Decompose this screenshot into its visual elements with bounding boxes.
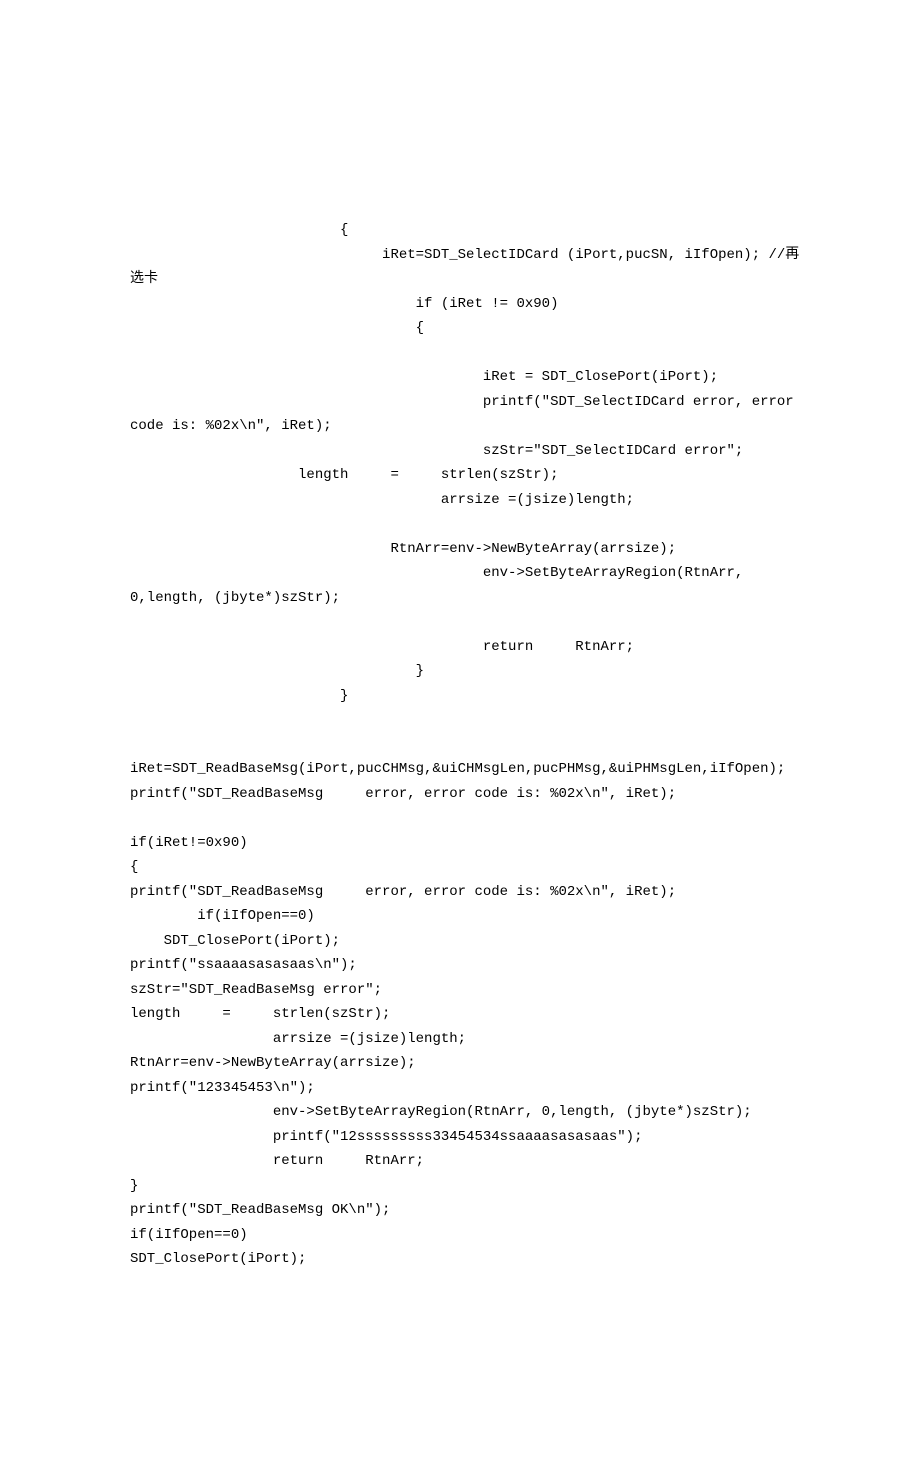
code-line: length = strlen(szStr); — [130, 463, 790, 488]
code-line: } — [130, 659, 790, 684]
code-line: if(iIfOpen==0) — [130, 904, 790, 929]
code-line: { — [130, 218, 790, 243]
code-line: printf("SDT_ReadBaseMsg error, error cod… — [130, 782, 790, 807]
code-line: printf("ssaaaasasasaas\n"); — [130, 953, 790, 978]
code-line: SDT_ClosePort(iPort); — [130, 1247, 790, 1272]
code-document: { iRet=SDT_SelectIDCard (iPort,pucSN, iI… — [130, 218, 790, 1272]
code-line — [130, 708, 790, 733]
code-line: } — [130, 684, 790, 709]
code-line: length = strlen(szStr); — [130, 1002, 790, 1027]
code-line — [130, 806, 790, 831]
code-line: env->SetByteArrayRegion(RtnArr, 0,length… — [130, 1100, 790, 1125]
code-line: { — [130, 855, 790, 880]
code-line: printf("SDT_ReadBaseMsg OK\n"); — [130, 1198, 790, 1223]
code-line: iRet = SDT_ClosePort(iPort); — [130, 365, 790, 390]
code-line: arrsize =(jsize)length; — [130, 488, 790, 513]
code-line: RtnArr=env->NewByteArray(arrsize); — [130, 537, 790, 562]
code-line: szStr="SDT_SelectIDCard error"; — [130, 439, 790, 464]
code-line: printf("12sssssssss33454534ssaaaasasasaa… — [130, 1125, 790, 1150]
code-line: if(iRet!=0x90) — [130, 831, 790, 856]
code-line: arrsize =(jsize)length; — [130, 1027, 790, 1052]
code-line: code is: %02x\n", iRet); — [130, 414, 790, 439]
code-line — [130, 341, 790, 366]
code-line: 选卡 — [130, 267, 790, 292]
code-line: printf("SDT_ReadBaseMsg error, error cod… — [130, 880, 790, 905]
code-line — [130, 733, 790, 758]
code-line: } — [130, 1174, 790, 1199]
code-line: env->SetByteArrayRegion(RtnArr, — [130, 561, 790, 586]
code-line: iRet=SDT_ReadBaseMsg(iPort,pucCHMsg,&uiC… — [130, 757, 790, 782]
code-line: if (iRet != 0x90) — [130, 292, 790, 317]
code-line: 0,length, (jbyte*)szStr); — [130, 586, 790, 611]
code-line: return RtnArr; — [130, 635, 790, 660]
code-line — [130, 610, 790, 635]
code-line: SDT_ClosePort(iPort); — [130, 929, 790, 954]
code-line: { — [130, 316, 790, 341]
code-line: if(iIfOpen==0) — [130, 1223, 790, 1248]
code-line: printf("SDT_SelectIDCard error, error — [130, 390, 790, 415]
code-line: printf("123345453\n"); — [130, 1076, 790, 1101]
code-line — [130, 512, 790, 537]
code-line: szStr="SDT_ReadBaseMsg error"; — [130, 978, 790, 1003]
code-line: iRet=SDT_SelectIDCard (iPort,pucSN, iIfO… — [130, 243, 790, 268]
code-line: RtnArr=env->NewByteArray(arrsize); — [130, 1051, 790, 1076]
code-line: return RtnArr; — [130, 1149, 790, 1174]
